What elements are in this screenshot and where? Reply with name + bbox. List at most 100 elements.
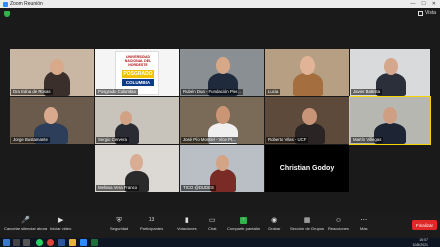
participant-face: [216, 106, 230, 124]
participant-face: [216, 155, 229, 171]
participant-name-large: Christian Godoy: [279, 165, 335, 172]
participants-icon: 13: [148, 217, 155, 224]
participant-name: Roberto Vilas - UCF: [266, 137, 309, 143]
breakout-label: Sección de Grupos: [290, 226, 325, 231]
participant-name: Lucia: [266, 89, 281, 95]
columbia-banner: COLUMBIA: [122, 79, 154, 86]
participant-face: [383, 107, 397, 124]
video-tile-active-speaker[interactable]: Martín Villegas: [349, 96, 431, 145]
meeting-topbar: [0, 8, 440, 20]
video-tile[interactable]: Dra Edna de Rosas: [10, 49, 94, 96]
excel-icon[interactable]: [91, 239, 98, 246]
participants-button[interactable]: 13 Participantes: [140, 217, 163, 231]
chat-bubble-icon: ▭: [208, 217, 216, 224]
view-button[interactable]: Vista: [417, 10, 436, 16]
whatsapp-icon[interactable]: [36, 239, 43, 246]
mute-button[interactable]: 🎤 Cancelar silenciar ahora: [4, 217, 47, 231]
breakout-rooms-button[interactable]: ▦ Sección de Grupos: [290, 217, 324, 231]
participant-name: Martín Villegas: [351, 137, 384, 143]
mute-label: Cancelar silenciar ahora: [4, 226, 48, 231]
participant-face: [44, 107, 58, 124]
participant-face: [216, 57, 230, 74]
participant-face: [302, 108, 317, 125]
grid-view-icon: [417, 10, 423, 16]
zoom-logo-icon: [3, 1, 8, 7]
chrome-icon[interactable]: [47, 239, 54, 246]
view-button-label: Vista: [424, 10, 436, 16]
word-icon[interactable]: [58, 239, 65, 246]
video-tile-no-video[interactable]: Christian Godoy: [265, 145, 349, 192]
security-label: Seguridad: [110, 226, 129, 231]
clock-date: 10/8/2021: [412, 242, 428, 247]
reactions-button[interactable]: ☺ Reacciones: [328, 217, 349, 231]
close-button[interactable]: ✕: [432, 1, 436, 7]
file-explorer-icon[interactable]: [69, 239, 76, 246]
participant-name: Dra Edna de Rosas: [11, 89, 53, 95]
participant-video: [293, 73, 323, 96]
record-button[interactable]: ◉ Grabar: [268, 217, 280, 231]
video-tile[interactable]: José Pío Montiel - Vice Pt...: [180, 97, 264, 144]
share-arrow-icon: ↑: [239, 217, 247, 224]
participants-count: 13: [148, 217, 155, 223]
chat-label: Chat: [208, 226, 217, 231]
share-screen-button[interactable]: ↑ Compartir pantalla: [227, 217, 260, 231]
video-tile[interactable]: Lucia: [265, 49, 349, 96]
zoom-taskbar-icon[interactable]: [80, 239, 87, 246]
video-tile[interactable]: UNIVERSIDAD NACIONAL DEL NORDESTE POSGRA…: [95, 49, 179, 96]
participant-name: Jorge Bustamante: [11, 137, 50, 143]
more-label: Más: [360, 226, 368, 231]
end-meeting-button[interactable]: Finalizar: [412, 220, 437, 230]
task-view-icon[interactable]: [23, 239, 30, 246]
participant-name: Melissa Vera Franco: [96, 185, 140, 191]
meeting-toolbar: 🎤 Cancelar silenciar ahora ▶ Iniciar vid…: [0, 215, 440, 238]
breakout-rooms-icon: ▦: [303, 217, 311, 224]
os-taskbar: 15:07 10/8/2021: [0, 238, 440, 247]
encryption-shield-icon[interactable]: [4, 11, 10, 17]
video-tile[interactable]: Roberto Vilas - UCF: [265, 97, 349, 144]
participant-face: [120, 111, 132, 125]
participant-face: [300, 56, 315, 75]
participant-name: Javier Battista: [351, 89, 382, 95]
polls-button[interactable]: ▮ Votaciones: [177, 217, 197, 231]
share-label: Compartir pantalla: [227, 226, 260, 231]
video-camera-icon: ▶: [57, 217, 64, 224]
bar-chart-icon: ▮: [184, 217, 189, 224]
participant-name: Sergio Cervera: [96, 137, 129, 143]
maximize-button[interactable]: ☐: [421, 1, 425, 7]
smiley-icon: ☺: [334, 217, 343, 224]
microphone-icon: 🎤: [21, 217, 30, 224]
record-label: Grabar: [268, 226, 281, 231]
video-tile[interactable]: TICO @DUDES: [180, 145, 264, 192]
search-icon[interactable]: [13, 239, 20, 246]
participants-label: Participantes: [140, 226, 164, 231]
ellipsis-icon: ⋯: [360, 217, 368, 224]
system-clock[interactable]: 15:07 10/8/2021: [412, 238, 428, 247]
security-button[interactable]: ⛨ Seguridad: [110, 217, 128, 231]
record-icon: ◉: [271, 217, 278, 224]
video-label: Iniciar video: [50, 226, 72, 231]
shield-icon: ⛨: [116, 217, 122, 224]
posgrado-banner: POSGRADO: [122, 70, 154, 78]
reactions-label: Reacciones: [328, 226, 349, 231]
participant-name: Rubén Dua - Fundación Pier...: [181, 89, 243, 95]
window-title: Zoom Reunión: [10, 1, 43, 7]
chat-button[interactable]: ▭ Chat: [208, 217, 216, 231]
video-tile[interactable]: Rubén Dua - Fundación Pier...: [180, 49, 264, 96]
participant-name: José Pío Montiel - Vice Pt...: [181, 137, 238, 143]
video-tile[interactable]: Sergio Cervera: [95, 97, 179, 144]
start-menu-icon[interactable]: [3, 239, 10, 246]
video-tile[interactable]: Javier Battista: [350, 49, 430, 96]
video-button[interactable]: ▶ Iniciar video: [50, 217, 71, 231]
participant-face: [130, 154, 143, 171]
participant-face: [384, 58, 398, 75]
university-name: UNIVERSIDAD NACIONAL DEL NORDESTE: [124, 55, 152, 67]
video-tile[interactable]: Melissa Vera Franco: [95, 145, 179, 192]
participant-face: [50, 59, 64, 75]
more-button[interactable]: ⋯ Más: [360, 217, 368, 231]
participant-name: Posgrado Columbia: [96, 89, 138, 95]
window-titlebar: Zoom Reunión — ☐ ✕: [0, 0, 440, 8]
minimize-button[interactable]: —: [410, 1, 415, 7]
video-tile[interactable]: Jorge Bustamante: [10, 97, 94, 144]
polls-label: Votaciones: [177, 226, 197, 231]
participant-name: TICO @DUDES: [181, 185, 216, 191]
